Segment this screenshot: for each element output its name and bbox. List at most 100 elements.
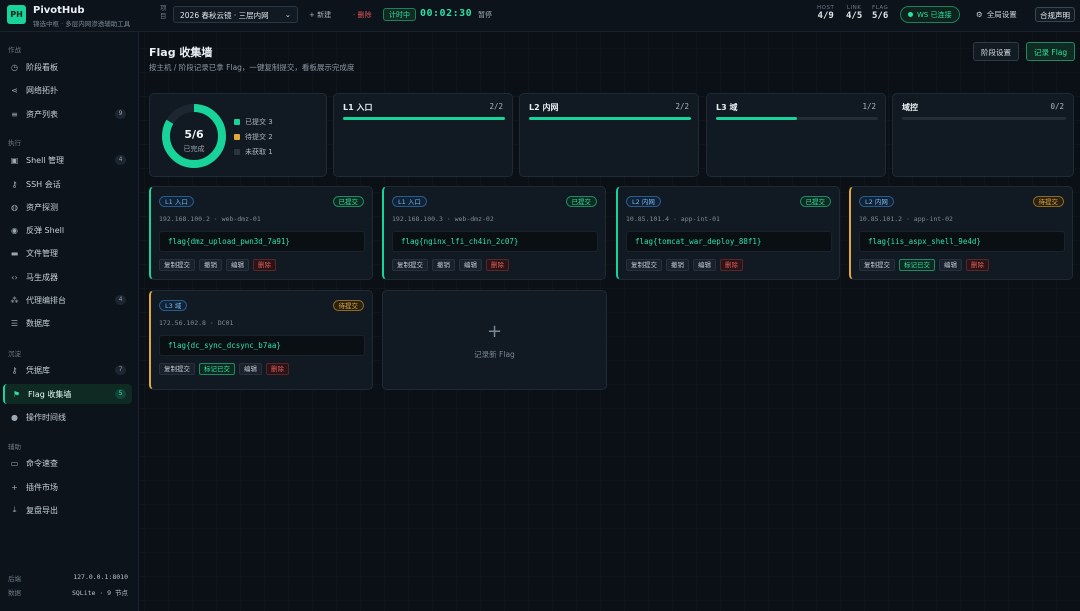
edit-button[interactable]: 编辑: [239, 363, 262, 375]
copy-submit-button[interactable]: 复制提交: [859, 259, 895, 271]
flag-value[interactable]: flag{nginx_lfi_ch4in_2c07}: [392, 231, 598, 252]
target-icon: ◉: [11, 225, 18, 235]
delete-button[interactable]: 删除: [253, 259, 276, 271]
sidebar-item-network-topology[interactable]: ⋖ 网络拓扑: [3, 80, 132, 100]
undo-button[interactable]: 撤销: [432, 259, 455, 271]
edit-button[interactable]: 编辑: [459, 259, 482, 271]
record-flag-button[interactable]: 记录 Flag: [1026, 42, 1076, 61]
status-badge: 已提交: [332, 196, 364, 207]
keyboard-icon: ▭: [10, 458, 19, 468]
mark-submitted-button[interactable]: 标记已交: [899, 259, 935, 271]
flag-value[interactable]: flag{dmz_upload_pwn3d_7a91}: [159, 231, 365, 252]
legend-swatch-icon: [234, 118, 240, 125]
sidebar-item-database[interactable]: ☰ 数据库: [3, 313, 132, 333]
sidebar-item-label: 资产列表: [26, 109, 58, 119]
edit-button[interactable]: 编辑: [939, 259, 962, 271]
stat-host: HOST 4/9: [817, 5, 835, 21]
legend-swatch-icon: [234, 133, 240, 140]
stage-progress-fill: [716, 117, 797, 120]
pause-button[interactable]: 暂停: [478, 10, 492, 20]
sidebar-item-ssh-sessions[interactable]: ⚷ SSH 会话: [3, 174, 132, 194]
sidebar-item-shell-manager[interactable]: ▣ Shell 管理 4: [3, 150, 132, 170]
delete-button[interactable]: 删除: [720, 259, 743, 271]
legend-swatch-icon: [234, 148, 240, 155]
sidebar-item-plugin-market[interactable]: + 插件市场: [3, 477, 132, 497]
sidebar-item-review-export[interactable]: ⤓ 复盘导出: [3, 500, 132, 520]
stage-count: 1/2: [862, 102, 876, 111]
edit-button[interactable]: 编辑: [226, 259, 249, 271]
stage-name: L3 域: [716, 103, 738, 112]
summary-panel: 5/6 已完成 已提交 3 待提交 2 未获取 1: [149, 93, 327, 177]
stat-link: LINK 4/5: [846, 5, 863, 21]
flag-icon: ⚑: [12, 389, 21, 399]
ws-status-badge: WS 已连接: [900, 6, 960, 23]
sidebar-section-store: 沉淀: [8, 350, 21, 358]
add-flag-card[interactable]: + 记录新 Flag: [382, 290, 607, 390]
terminal-icon: ▣: [10, 155, 19, 165]
stage-panel: L1 入口 2/2: [333, 93, 513, 177]
sidebar-item-payload-generator[interactable]: ‹› 马生成器: [3, 267, 132, 287]
compliance-button[interactable]: 合规声明: [1035, 7, 1075, 22]
timeline-icon: ●: [11, 412, 18, 422]
stage-panel: L2 内网 2/2: [519, 93, 699, 177]
sidebar-footer-data: 数据 SQLite · 9 节点: [8, 589, 128, 597]
delete-button[interactable]: 删除: [266, 363, 289, 375]
stage-count: 2/2: [675, 102, 689, 111]
stage-progress-fill: [343, 117, 505, 120]
sidebar-item-label: 文件管理: [26, 248, 58, 258]
flag-actions: 复制提交 撤销 编辑 删除: [626, 259, 743, 271]
copy-submit-button[interactable]: 复制提交: [159, 259, 195, 271]
flag-value[interactable]: flag{iis_aspx_shell_9e4d}: [859, 231, 1065, 252]
code-icon: ‹›: [11, 272, 18, 282]
sidebar-item-operation-timeline[interactable]: ● 操作时间线: [3, 407, 132, 427]
undo-button[interactable]: 撤销: [199, 259, 222, 271]
sidebar-item-stage-board[interactable]: ◷ 阶段看板: [3, 57, 132, 77]
undo-button[interactable]: 撤销: [666, 259, 689, 271]
stage-panel: L3 域 1/2: [706, 93, 886, 177]
database-icon: ☰: [10, 318, 19, 328]
project-label: 项目: [160, 4, 167, 20]
download-icon: ⤓: [12, 505, 17, 514]
stage-settings-button[interactable]: 阶段设置: [973, 42, 1019, 61]
clock-icon: ◷: [11, 62, 18, 72]
sidebar-section-ops: 作战: [8, 46, 21, 54]
mark-submitted-button[interactable]: 标记已交: [199, 363, 235, 375]
copy-submit-button[interactable]: 复制提交: [626, 259, 662, 271]
sidebar-item-label: 凭据库: [26, 365, 50, 375]
status-badge: 已提交: [565, 196, 597, 207]
sidebar-item-label: 复盘导出: [26, 505, 58, 515]
network-icon: ⁂: [10, 295, 19, 305]
credential-key-icon: ⚷: [11, 365, 18, 375]
count-badge: 9: [115, 109, 126, 119]
copy-submit-button[interactable]: 复制提交: [392, 259, 428, 271]
global-settings-button[interactable]: ⚙ 全局设置: [976, 9, 1017, 20]
project-select-value: 2026 春秋云镜 · 三层内网: [180, 11, 269, 20]
edit-button[interactable]: 编辑: [693, 259, 716, 271]
new-project-button[interactable]: + 新建: [309, 10, 331, 20]
delete-button[interactable]: 删除: [486, 259, 509, 271]
host-info: 10.85.101.2 · app-int-02: [859, 215, 953, 223]
sidebar-item-reverse-shell[interactable]: ◉ 反弹 Shell: [3, 220, 132, 240]
sidebar-item-credential-vault[interactable]: ⚷ 凭据库 7: [3, 360, 132, 380]
sidebar-item-file-manager[interactable]: ▬ 文件管理: [3, 243, 132, 263]
delete-button[interactable]: 删除: [966, 259, 989, 271]
count-badge: 4: [115, 155, 126, 165]
sidebar-item-asset-list[interactable]: ≡ 资产列表 9: [3, 104, 132, 124]
delete-project-button[interactable]: · 删除: [353, 10, 371, 20]
sidebar-item-proxy-orchestrator[interactable]: ⁂ 代理编排台 4: [3, 290, 132, 310]
status-badge: 已提交: [799, 196, 831, 207]
sidebar-item-label: 资产探测: [26, 202, 58, 212]
sidebar-item-flag-wall[interactable]: ⚑ Flag 收集墙 5: [3, 384, 132, 404]
app-logo: PH: [7, 5, 26, 24]
app-subtitle: 锦选中枢 · 多层内网渗透辅助工具: [33, 20, 131, 28]
flag-value[interactable]: flag{tomcat_war_deploy_88f1}: [626, 231, 832, 252]
sidebar-item-label: 网络拓扑: [26, 85, 58, 95]
copy-submit-button[interactable]: 复制提交: [159, 363, 195, 375]
stage-tag: L2 内网: [859, 196, 894, 207]
project-select[interactable]: 2026 春秋云镜 · 三层内网 ⌄: [173, 6, 298, 23]
sidebar-item-command-cheatsheet[interactable]: ▭ 命令速查: [3, 453, 132, 473]
sidebar-item-asset-probe[interactable]: ◍ 资产探测: [3, 197, 132, 217]
status-badge: 待提交: [332, 300, 364, 311]
sidebar-item-label: 马生成器: [26, 272, 58, 282]
flag-value[interactable]: flag{dc_sync_dcsync_b7aa}: [159, 335, 365, 356]
